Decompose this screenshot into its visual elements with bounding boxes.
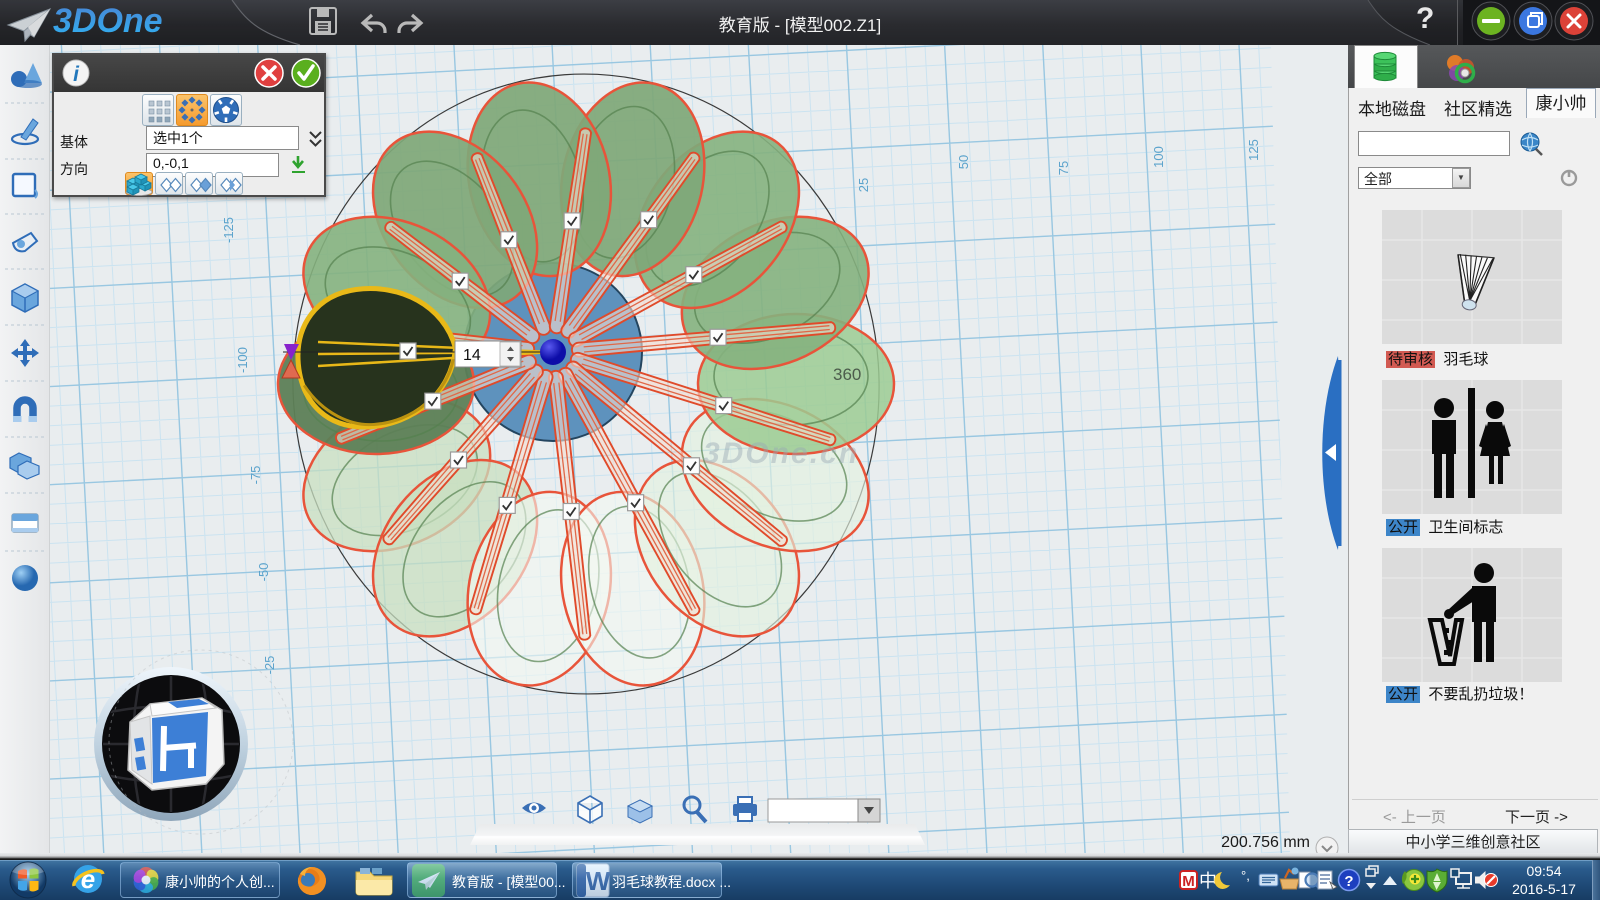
svg-text:e: e: [81, 864, 95, 894]
svg-text:中: 中: [1199, 871, 1217, 891]
svg-text:14: 14: [463, 347, 481, 364]
svg-text:M: M: [1182, 873, 1195, 890]
svg-text:3DOne.cn: 3DOne.cn: [703, 437, 859, 470]
svg-text:°,: °,: [1241, 868, 1250, 883]
svg-text:?: ?: [1344, 873, 1353, 890]
svg-text:360: 360: [833, 365, 861, 384]
